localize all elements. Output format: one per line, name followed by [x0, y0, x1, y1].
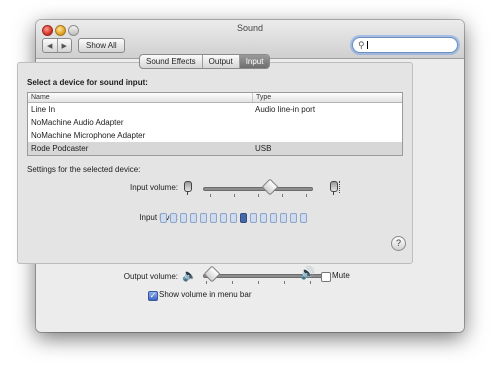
input-device-table: Name Type Line In Audio line-in port NoM…: [27, 92, 403, 156]
table-row[interactable]: NoMachine Microphone Adapter: [28, 129, 402, 142]
level-led: [230, 213, 237, 223]
level-led: [290, 213, 297, 223]
mute-label: Mute: [332, 271, 350, 280]
window-title: Sound: [236, 23, 264, 33]
level-led: [240, 213, 247, 223]
device-name: Line In: [31, 105, 56, 114]
show-all-button[interactable]: Show All: [78, 38, 125, 53]
microphone-loud-icon: [330, 181, 340, 195]
slider-tick: [258, 194, 259, 197]
slider-tick: [234, 194, 235, 197]
device-type: [252, 116, 402, 129]
slider-tick: [206, 281, 207, 284]
level-led: [260, 213, 267, 223]
slider-tick: [210, 194, 211, 197]
forward-button[interactable]: ▶: [56, 39, 72, 52]
level-led: [180, 213, 187, 223]
level-led: [160, 213, 167, 223]
history-nav: ◀ ▶: [42, 38, 72, 53]
level-led: [250, 213, 257, 223]
device-name: NoMachine Audio Adapter: [31, 118, 124, 127]
input-level-meter: [160, 213, 307, 223]
show-volume-label: Show volume in menu bar: [159, 290, 252, 299]
tab-bar: Sound Effects Output Input: [139, 54, 271, 69]
slider-tick: [284, 281, 285, 284]
text-caret: [367, 41, 368, 49]
slider-tick: [306, 194, 307, 197]
search-field[interactable]: ⚲: [352, 37, 458, 53]
device-type: [252, 129, 402, 142]
device-name: NoMachine Microphone Adapter: [31, 131, 146, 140]
input-volume-track[interactable]: [203, 187, 313, 191]
column-header-name[interactable]: Name: [28, 93, 252, 102]
table-header: Name Type: [28, 93, 402, 103]
device-name: Rode Podcaster: [31, 144, 89, 153]
microphone-quiet-icon: [184, 181, 192, 195]
mute-checkbox[interactable]: [321, 272, 331, 282]
device-type: USB: [255, 144, 272, 153]
device-type: Audio line-in port: [255, 105, 316, 114]
tab-output[interactable]: Output: [201, 55, 239, 68]
back-button[interactable]: ◀: [43, 39, 57, 52]
level-led: [170, 213, 177, 223]
level-led: [200, 213, 207, 223]
table-row-selected[interactable]: Rode Podcaster USB: [28, 142, 402, 155]
tab-input[interactable]: Input: [238, 55, 270, 68]
level-led: [220, 213, 227, 223]
slider-tick: [282, 194, 283, 197]
slider-tick: [310, 281, 311, 284]
input-volume-label: Input volume:: [129, 183, 178, 192]
column-header-type[interactable]: Type: [252, 93, 402, 102]
level-led: [190, 213, 197, 223]
level-led: [210, 213, 217, 223]
search-icon: ⚲: [358, 40, 365, 50]
tab-sound-effects[interactable]: Sound Effects: [140, 55, 202, 68]
level-led: [270, 213, 277, 223]
output-volume-label: Output volume:: [123, 272, 178, 281]
settings-heading: Settings for the selected device:: [27, 165, 141, 174]
table-row[interactable]: NoMachine Audio Adapter: [28, 116, 402, 129]
level-led: [280, 213, 287, 223]
show-volume-checkbox[interactable]: ✓: [148, 291, 158, 301]
level-led: [300, 213, 307, 223]
table-row[interactable]: Line In Audio line-in port: [28, 103, 402, 116]
device-prompt: Select a device for sound input:: [27, 78, 148, 87]
speaker-high-icon: 🔊: [300, 266, 315, 280]
speaker-low-icon: 🔈: [182, 268, 197, 282]
slider-tick: [258, 281, 259, 284]
help-button[interactable]: ?: [391, 236, 406, 251]
slider-tick: [232, 281, 233, 284]
